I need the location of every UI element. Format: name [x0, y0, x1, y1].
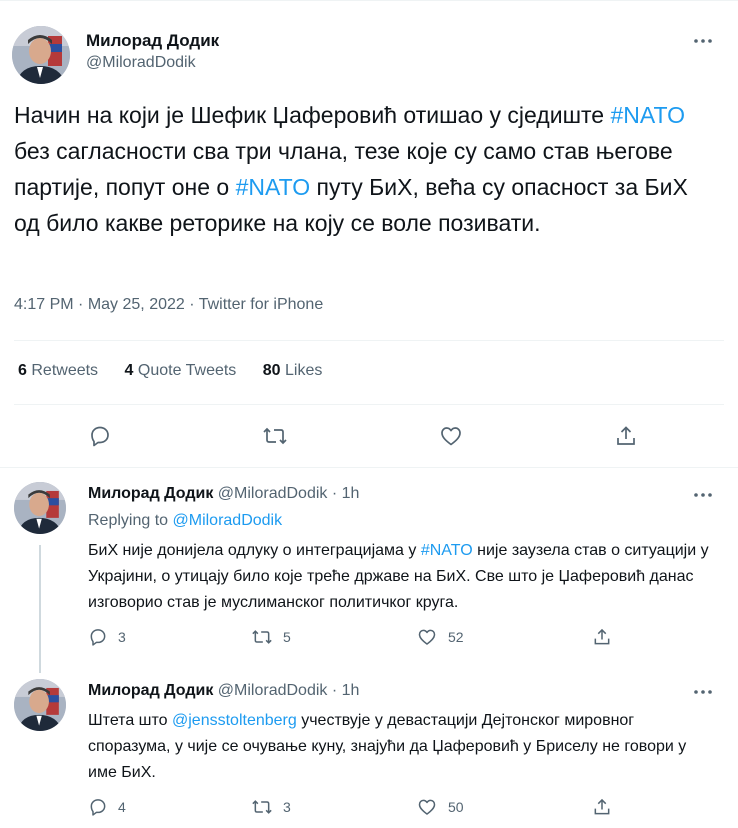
tweet-text-part: Начин на који је Шефик Џаферовић отишао … — [14, 102, 611, 128]
reply-count: 4 — [118, 799, 126, 815]
reply-time[interactable]: 1h — [342, 682, 360, 699]
retweet-icon — [263, 427, 287, 445]
retweets-label: Retweets — [31, 362, 99, 379]
reply-bubble-icon — [90, 629, 106, 646]
heart-icon — [441, 427, 461, 446]
retweet-icon — [252, 630, 272, 644]
likes-stat[interactable]: 80 Likes — [263, 362, 323, 380]
share-icon — [594, 798, 610, 815]
tweet-meta: 4:17 PM · May 25, 2022 · Twitter for iPh… — [14, 296, 323, 314]
reply-text: Штета што @jensstoltenberg учествује у д… — [88, 708, 718, 786]
share-button[interactable] — [592, 797, 612, 817]
meta-separator: · — [189, 296, 195, 313]
thread-line — [39, 545, 41, 673]
retweet-count: 5 — [283, 629, 291, 645]
divider — [14, 404, 724, 405]
replying-to: Replying to @MiloradDodik — [88, 512, 282, 530]
reply-bubble-icon — [90, 799, 106, 816]
retweets-stat[interactable]: 6 Retweets — [18, 362, 98, 380]
divider — [0, 467, 738, 468]
reply-count: 3 — [118, 629, 126, 645]
share-button[interactable] — [592, 627, 612, 647]
like-button[interactable]: 52 — [416, 627, 464, 647]
quotes-stat[interactable]: 4 Quote Tweets — [125, 362, 237, 380]
tweet-stats: 6 Retweets 4 Quote Tweets 80 Likes — [18, 362, 344, 380]
retweet-button[interactable]: 5 — [251, 627, 291, 647]
top-border — [0, 0, 738, 1]
quotes-label: Quote Tweets — [137, 362, 237, 379]
heart-icon — [418, 799, 436, 815]
reply-header: Милорад Додик @MiloradDodik · 1h — [88, 682, 359, 700]
share-icon — [594, 628, 610, 645]
replying-label: Replying to — [88, 512, 169, 529]
retweet-button[interactable] — [262, 424, 288, 448]
reply-text-part: Штета што — [88, 712, 172, 729]
more-options-icon[interactable] — [690, 482, 716, 508]
divider — [14, 340, 724, 341]
tweet-source[interactable]: Twitter for iPhone — [199, 296, 324, 313]
avatar[interactable] — [14, 482, 66, 534]
reply-header: Милорад Додик @MiloradDodik · 1h — [88, 485, 359, 503]
likes-count: 80 — [262, 362, 281, 379]
share-button[interactable] — [614, 424, 638, 448]
more-options-icon[interactable] — [690, 28, 716, 54]
retweet-icon — [252, 800, 272, 814]
reply-button[interactable]: 4 — [88, 797, 126, 817]
likes-label: Likes — [285, 362, 323, 379]
mention-link[interactable]: @jensstoltenberg — [172, 712, 297, 729]
author-name[interactable]: Милорад Додик — [86, 31, 219, 51]
more-options-icon[interactable] — [690, 679, 716, 705]
like-count: 50 — [448, 799, 464, 815]
reply-time[interactable]: 1h — [342, 485, 360, 502]
author-name[interactable]: Милорад Додик — [88, 682, 213, 699]
like-button[interactable]: 50 — [416, 797, 464, 817]
reply-text-part: БиХ није донијела одлуку о интеграцијама… — [88, 542, 421, 559]
quotes-count: 4 — [124, 362, 134, 379]
author-name[interactable]: Милорад Додик — [88, 485, 213, 502]
meta-separator: · — [331, 682, 338, 699]
hashtag-link[interactable]: #NATO — [421, 542, 473, 559]
author-handle[interactable]: @MiloradDodik — [218, 485, 328, 502]
like-button[interactable] — [439, 424, 463, 448]
tweet-text: Начин на који је Шефик Џаферовић отишао … — [14, 97, 714, 241]
reply-button[interactable]: 3 — [88, 627, 126, 647]
reply-bubble-icon — [91, 426, 109, 447]
retweets-count: 6 — [18, 362, 27, 379]
tweet-time[interactable]: 4:17 PM — [14, 296, 74, 313]
heart-icon — [418, 629, 436, 645]
reply-text: БиХ није донијела одлуку о интеграцијама… — [88, 538, 718, 616]
like-count: 52 — [448, 629, 464, 645]
reply-button[interactable] — [88, 424, 112, 448]
avatar[interactable] — [12, 26, 70, 84]
hashtag-link[interactable]: #NATO — [236, 174, 311, 200]
tweet-date[interactable]: May 25, 2022 — [88, 296, 185, 313]
hashtag-link[interactable]: #NATO — [610, 102, 685, 128]
author-handle[interactable]: @MiloradDodik — [86, 54, 196, 72]
replying-handle-link[interactable]: @MiloradDodik — [173, 512, 283, 529]
avatar[interactable] — [14, 679, 66, 731]
share-icon — [617, 426, 635, 445]
meta-separator: · — [331, 485, 338, 502]
retweet-button[interactable]: 3 — [251, 797, 291, 817]
meta-separator: · — [78, 296, 84, 313]
retweet-count: 3 — [283, 799, 291, 815]
author-handle[interactable]: @MiloradDodik — [218, 682, 328, 699]
